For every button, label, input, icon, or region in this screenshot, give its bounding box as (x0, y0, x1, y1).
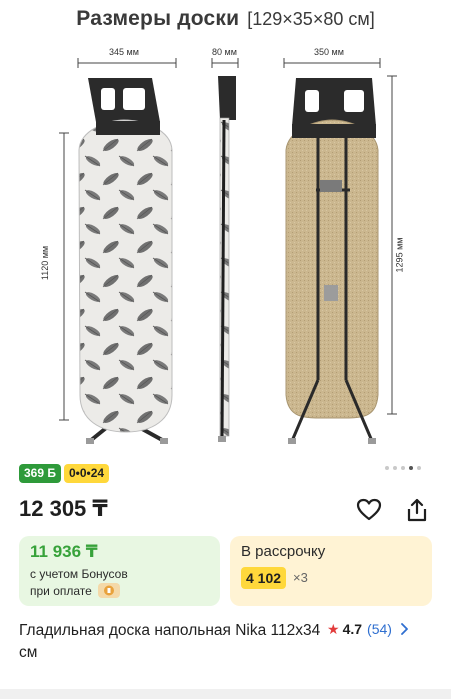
carousel-dot[interactable] (417, 466, 421, 470)
share-icon (407, 498, 427, 522)
board-side-view (218, 76, 236, 442)
rating-link[interactable]: ★ 4.7 (54) (327, 620, 408, 638)
product-title: Гладильная доска напольная Nika 112x34 с… (19, 622, 321, 661)
bonus-note-line2: при оплате (30, 584, 92, 598)
board-front-view (78, 78, 173, 444)
installment-badge: 0•0•24 (63, 464, 110, 483)
badges-row: 369 Б 0•0•24 (19, 464, 110, 483)
heart-icon (356, 498, 382, 521)
carousel-dot-active[interactable] (409, 466, 413, 470)
bonus-note: с учетом Бонусов при оплате (30, 566, 128, 600)
installment-label: В рассрочку (241, 543, 326, 560)
product-page: Размеры доски [129×35×80 см] 345 мм 80 м… (0, 0, 451, 699)
rating-value: 4.7 (342, 621, 363, 637)
price: 12 305 ₸ (19, 496, 108, 521)
installment-times: ×3 (293, 570, 308, 585)
points-badge: 369 Б (19, 464, 61, 483)
installment-offer-card[interactable]: В рассрочку 4 102 ×3 (230, 536, 432, 606)
bonus-price: 11 936 ₸ (30, 542, 98, 561)
dim-length: 1120 мм (40, 245, 51, 281)
bonus-offer-card[interactable]: 11 936 ₸ с учетом Бонусов при оплате (19, 536, 220, 606)
carousel-dot[interactable] (393, 466, 397, 470)
favorite-button[interactable] (355, 496, 383, 524)
product-image[interactable]: Размеры доски [129×35×80 см] 345 мм 80 м… (0, 0, 451, 455)
dim-height: 1295 мм (394, 237, 405, 273)
carousel-dot[interactable] (385, 466, 389, 470)
dim-width-front: 345 мм (109, 47, 139, 57)
star-icon: ★ (327, 620, 340, 637)
carousel-dots[interactable] (385, 466, 421, 470)
installment-amount: 4 102 (241, 567, 287, 589)
share-button[interactable] (403, 496, 431, 524)
chevron-right-icon (401, 623, 408, 635)
bonus-note-line2-row: при оплате (30, 583, 128, 600)
board-back-view (285, 78, 379, 444)
dim-width-back: 350 мм (314, 47, 344, 57)
reviews-count: (54) (367, 621, 392, 637)
ironing-board-illustration (59, 58, 397, 444)
carousel-dot[interactable] (401, 466, 405, 470)
dim-thickness: 80 мм (212, 47, 237, 57)
section-divider (0, 689, 451, 699)
bonus-note-line1: с учетом Бонусов (30, 567, 128, 581)
payment-method-icon (98, 583, 121, 598)
